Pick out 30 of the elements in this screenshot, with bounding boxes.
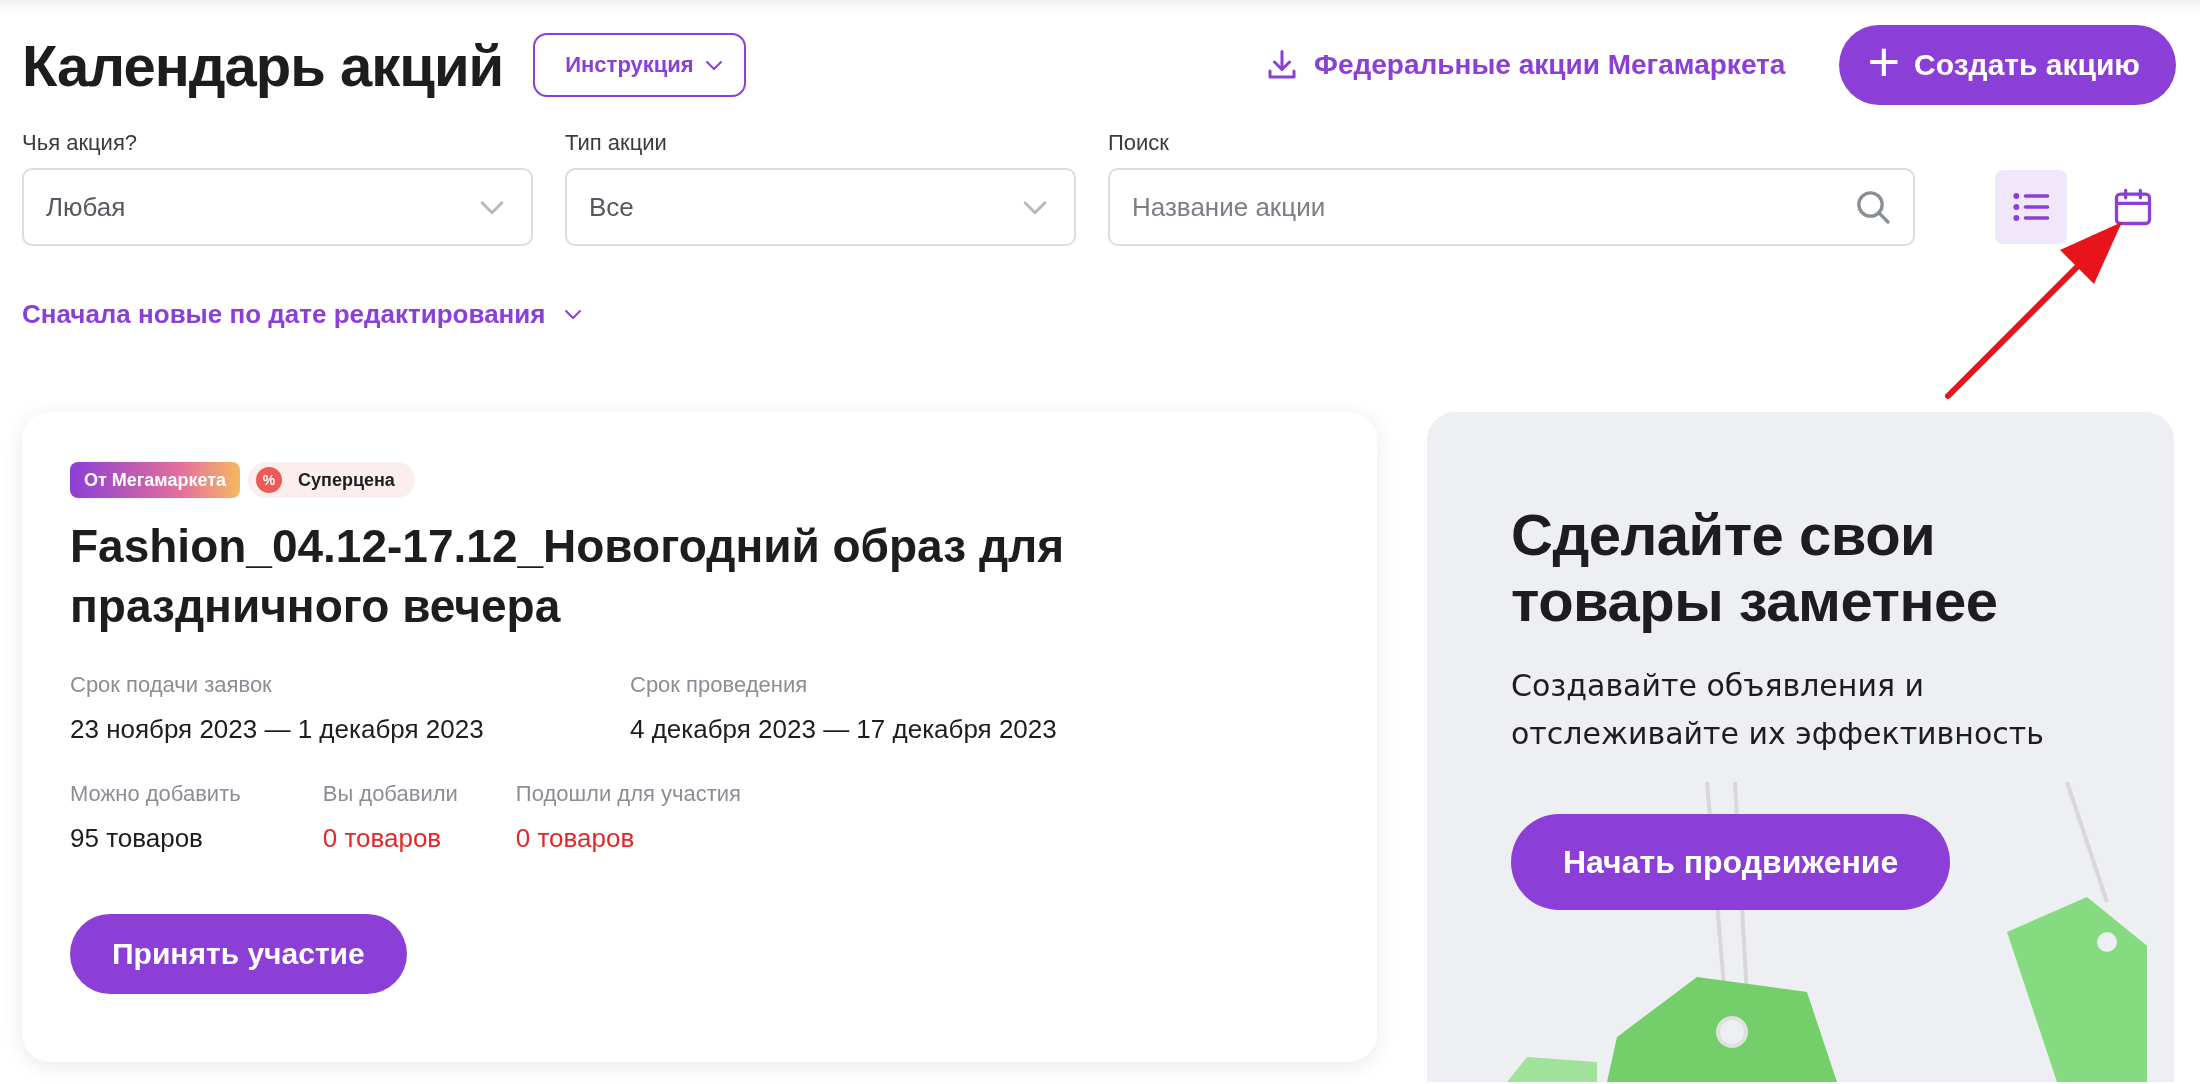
source-tag: От Мегамаркета — [70, 462, 241, 498]
date-range: 4 декабря 2023 — 17 декабря 2023 — [630, 714, 1058, 745]
date-label: Срок подачи заявок — [70, 672, 273, 698]
date-label: Срок проведения — [630, 672, 809, 698]
count-label: Подошли для участия — [515, 781, 741, 807]
count-value: 0 товаров — [515, 823, 636, 854]
promotion-title: Fashion_04.12-17.12_Новогодний образ для праздничного вечера — [70, 519, 1066, 634]
banner-title: Сделайте свои товары заметнее — [1511, 502, 1999, 634]
select-field[interactable]: Любая — [22, 168, 533, 246]
participate-button[interactable]: Принять участие — [70, 914, 407, 994]
page-title: Календарь акций — [22, 31, 504, 99]
count-value: 95 товаров — [70, 823, 204, 854]
date-range: 23 ноября 2023 — 1 декабря 2023 — [70, 714, 485, 745]
select-field[interactable]: Все — [565, 168, 1076, 246]
search-field[interactable]: Название акции — [1108, 168, 1915, 246]
federal-promotions-link[interactable]: Федеральные акции Мегамаркета — [1264, 47, 1786, 83]
field-label: Чья акция? — [22, 130, 139, 156]
count-label: Вы добавили — [322, 781, 458, 807]
promo-type-tag: % Суперцена — [248, 462, 415, 498]
sort-dropdown[interactable]: Сначала новые по дате редактирования — [22, 298, 586, 330]
count-value: 0 товаров — [322, 823, 443, 854]
instruction-button[interactable]: Инструкция — [533, 33, 746, 97]
field-label: Поиск — [1108, 130, 1170, 156]
percent-icon: % — [256, 467, 283, 493]
banner-text: Создавайте объявления и отслеживайте их эффективность — [1511, 667, 2045, 753]
count-label: Можно добавить — [70, 781, 241, 807]
field-label: Тип акции — [565, 130, 668, 156]
start-promotion-button[interactable]: Начать продвижение — [1511, 814, 1951, 910]
list-view-button[interactable] — [1995, 170, 2067, 244]
create-promotion-button[interactable]: + Создать акцию — [1839, 25, 2176, 105]
